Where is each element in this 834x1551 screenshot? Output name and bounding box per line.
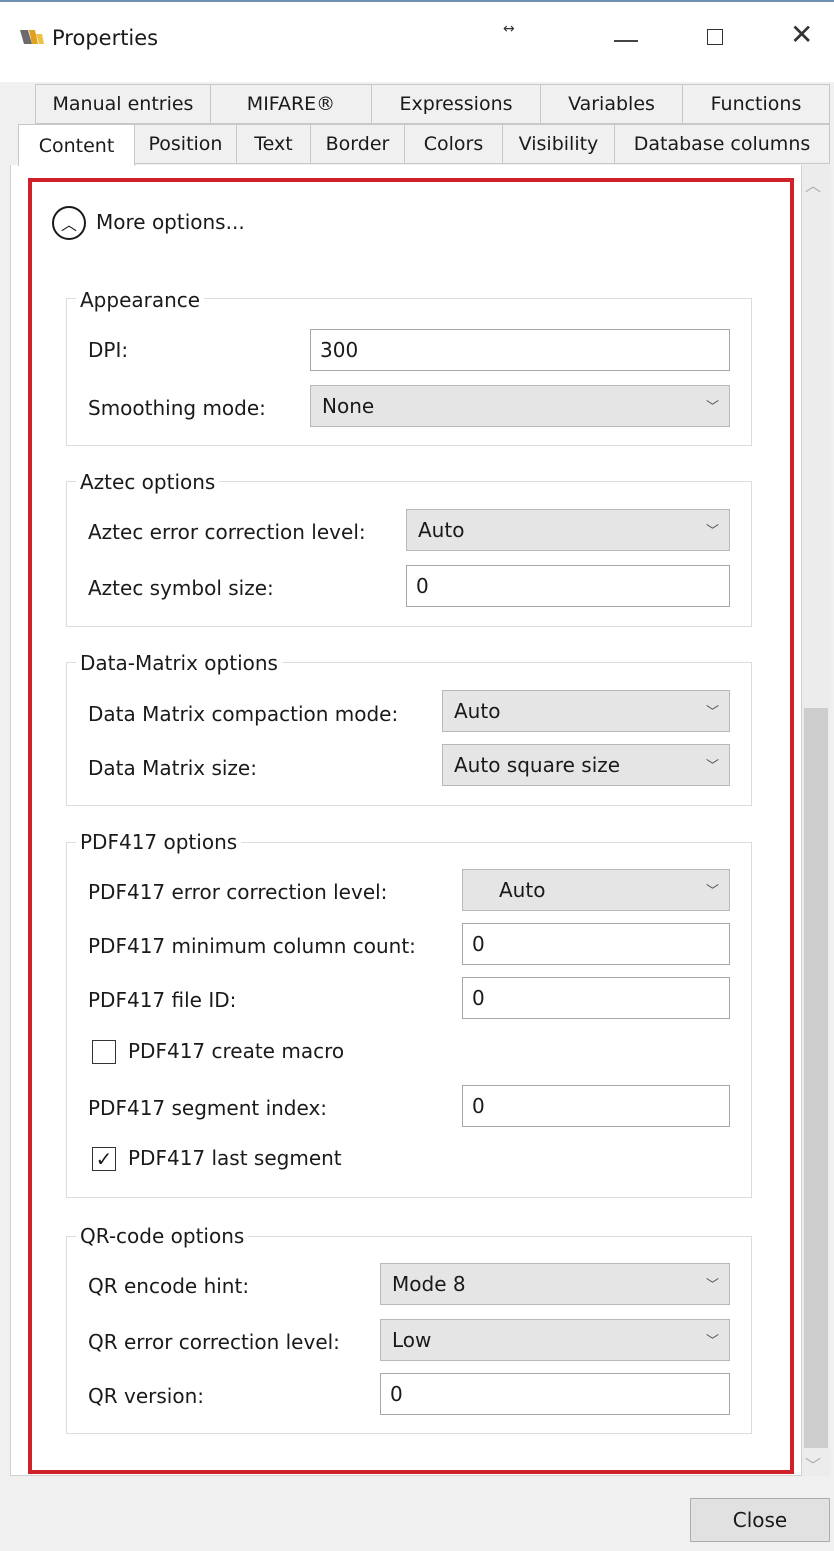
scroll-down-icon[interactable]: ﹀ (805, 1452, 821, 1476)
pdf417-lastseg-label[interactable]: PDF417 last segment (128, 1146, 342, 1170)
dm-size-label: Data Matrix size: (88, 756, 257, 780)
tab-border[interactable]: Border (310, 124, 405, 164)
chevron-down-icon: ﹀ (705, 759, 719, 774)
dpi-field[interactable]: 300 (310, 329, 730, 371)
aztec-ecl-label: Aztec error correction level: (88, 520, 366, 544)
pdf417-ecl-value: Auto (499, 878, 546, 902)
pdf417-mincol-label: PDF417 minimum column count: (88, 934, 416, 958)
pdf417-macro-checkbox[interactable] (92, 1040, 116, 1064)
collapse-chevron-up-icon[interactable]: ︿ (52, 206, 86, 240)
tab-functions[interactable]: Functions (682, 84, 830, 124)
chevron-down-icon: ﹀ (705, 884, 719, 899)
pdf417-ecl-dropdown[interactable]: Auto ﹀ (462, 869, 730, 911)
pdf417-fileid-field[interactable]: 0 (462, 977, 730, 1019)
checkmark-icon: ✓ (95, 1147, 113, 1171)
qr-hint-value: Mode 8 (392, 1272, 466, 1296)
pdf417-mincol-field[interactable]: 0 (462, 923, 730, 965)
smoothing-label: Smoothing mode: (88, 396, 266, 420)
pdf417-lastseg-checkbox[interactable]: ✓ (92, 1147, 116, 1171)
chevron-down-icon: ﹀ (705, 1278, 719, 1293)
dm-size-value: Auto square size (454, 753, 621, 777)
dm-size-dropdown[interactable]: Auto square size ﹀ (442, 744, 730, 786)
pdf417-mincol-value: 0 (472, 932, 485, 956)
close-button[interactable]: Close (690, 1498, 830, 1542)
chevron-down-icon: ﹀ (705, 400, 719, 415)
pdf417-ecl-label: PDF417 error correction level: (88, 880, 388, 904)
aztec-ecl-dropdown[interactable]: Auto ﹀ (406, 509, 730, 551)
chevron-down-icon: ﹀ (705, 705, 719, 720)
window-close-button[interactable]: ✕ (790, 21, 813, 49)
dm-compaction-dropdown[interactable]: Auto ﹀ (442, 690, 730, 732)
dpi-value: 300 (320, 338, 359, 362)
dm-compaction-value: Auto (454, 699, 501, 723)
aztec-size-field[interactable]: 0 (406, 565, 730, 607)
pdf417-fileid-value: 0 (472, 986, 485, 1010)
aztec-size-label: Aztec symbol size: (88, 576, 274, 600)
scroll-up-icon[interactable]: ︿ (805, 172, 821, 196)
minimize-button[interactable] (614, 40, 638, 42)
tab-manual-entries[interactable]: Manual entries (35, 84, 211, 124)
aztec-size-value: 0 (416, 574, 429, 598)
pdf417-segidx-field[interactable]: 0 (462, 1085, 730, 1127)
qr-title: QR-code options (76, 1224, 249, 1248)
dpi-label: DPI: (88, 338, 129, 362)
appearance-title: Appearance (76, 288, 205, 312)
tab-colors[interactable]: Colors (404, 124, 503, 164)
qr-ecl-label: QR error correction level: (88, 1330, 340, 1354)
qr-hint-dropdown[interactable]: Mode 8 ﹀ (380, 1263, 730, 1305)
pdf417-fileid-label: PDF417 file ID: (88, 988, 237, 1012)
datamatrix-title: Data-Matrix options (76, 651, 282, 675)
pdf417-segidx-value: 0 (472, 1094, 485, 1118)
smoothing-value: None (322, 394, 375, 418)
qr-version-value: 0 (390, 1382, 403, 1406)
aztec-ecl-value: Auto (418, 518, 465, 542)
tab-content[interactable]: Content (18, 124, 135, 166)
maximize-button[interactable] (707, 29, 723, 45)
dm-compaction-label: Data Matrix compaction mode: (88, 702, 399, 726)
tab-mifare[interactable]: MIFARE® (210, 84, 372, 124)
more-options-link[interactable]: More options... (96, 210, 245, 234)
pdf417-macro-label[interactable]: PDF417 create macro (128, 1039, 344, 1063)
aztec-title: Aztec options (76, 470, 220, 494)
scroll-thumb[interactable] (804, 708, 828, 1448)
qr-version-field[interactable]: 0 (380, 1373, 730, 1415)
qr-version-label: QR version: (88, 1384, 204, 1408)
qr-hint-label: QR encode hint: (88, 1274, 250, 1298)
chevron-down-icon: ﹀ (705, 524, 719, 539)
tab-visibility[interactable]: Visibility (502, 124, 615, 164)
qr-ecl-dropdown[interactable]: Low ﹀ (380, 1319, 730, 1361)
tab-expressions[interactable]: Expressions (371, 84, 541, 124)
pdf417-title: PDF417 options (76, 830, 242, 854)
tab-text[interactable]: Text (236, 124, 311, 164)
window-title: Properties (52, 26, 159, 50)
tab-position[interactable]: Position (134, 124, 237, 164)
qr-ecl-value: Low (392, 1328, 432, 1352)
tab-variables[interactable]: Variables (540, 84, 683, 124)
app-icon (20, 30, 44, 44)
chevron-down-icon: ﹀ (705, 1334, 719, 1349)
smoothing-dropdown[interactable]: None ﹀ (310, 385, 730, 427)
tab-database-columns[interactable]: Database columns (614, 124, 830, 164)
pdf417-segidx-label: PDF417 segment index: (88, 1096, 328, 1120)
resize-arrows-icon[interactable]: ↔ (503, 21, 515, 37)
